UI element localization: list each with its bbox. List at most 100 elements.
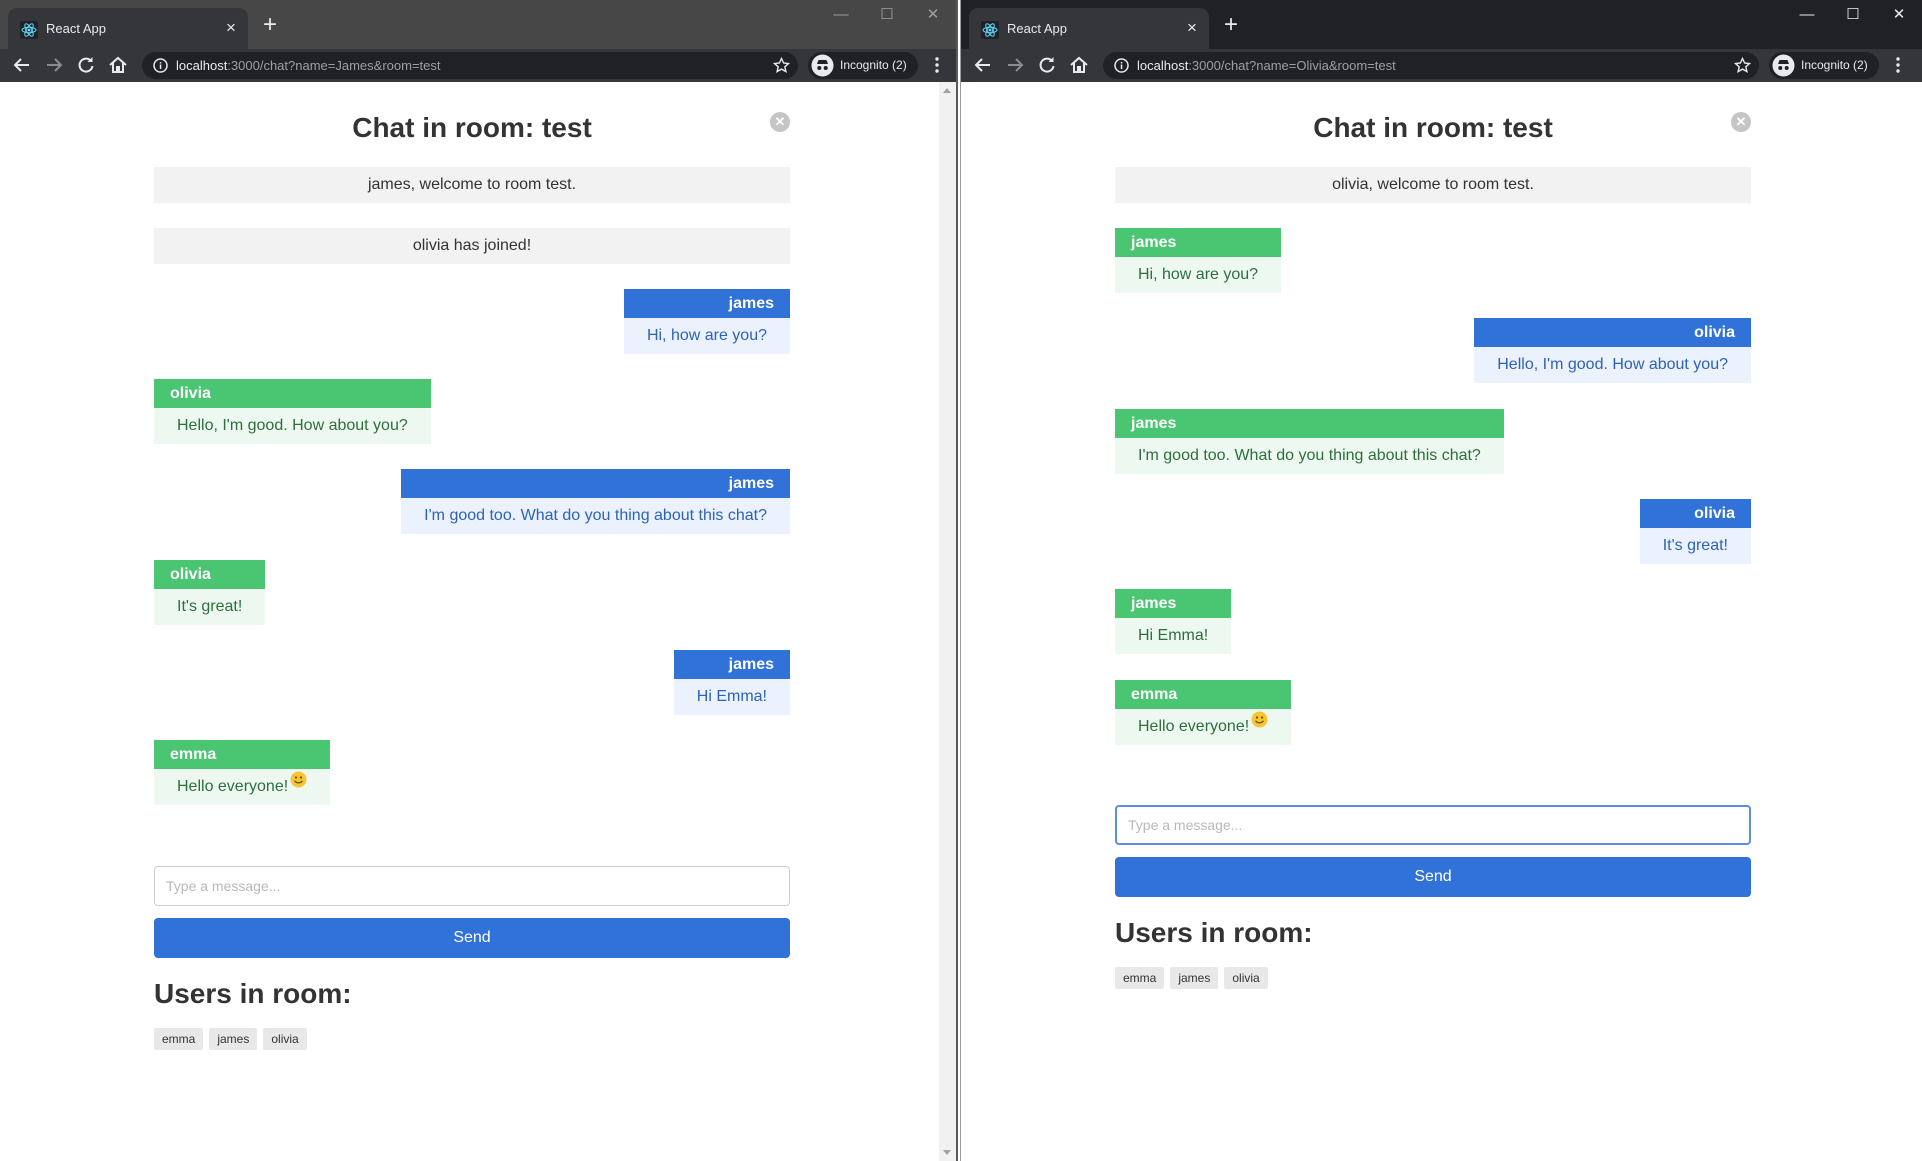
scroll-up-icon[interactable]: [943, 88, 951, 93]
smiley-icon: [1251, 711, 1268, 728]
message-sender: emma: [154, 740, 331, 769]
menu-kebab-icon[interactable]: [932, 55, 942, 75]
users-list: emma james olivia: [154, 1028, 307, 1050]
address-bar[interactable]: localhost:3000/chat?name=James&room=test: [142, 52, 798, 79]
incognito-label: Incognito (2): [840, 58, 907, 72]
message-bubble: olivia Hello, I'm good. How about you?: [154, 379, 431, 444]
close-chat-icon[interactable]: ✕: [770, 112, 790, 132]
maximize-icon[interactable]: ☐: [864, 2, 910, 28]
incognito-badge[interactable]: Incognito (2): [808, 52, 918, 79]
message-bubble: james Hi Emma!: [1115, 589, 1232, 654]
system-message: olivia has joined!: [154, 228, 790, 264]
message-sender: emma: [1115, 680, 1292, 709]
incognito-label: Incognito (2): [1801, 58, 1868, 72]
message-sender: james: [1115, 589, 1232, 618]
user-chip: james: [1170, 967, 1219, 989]
browser-tab[interactable]: React App ×: [8, 8, 248, 49]
users-list: emma james olivia: [1115, 967, 1268, 989]
message-input[interactable]: [154, 866, 790, 906]
system-message: james, welcome to room test.: [154, 167, 790, 203]
tab-strip: React App × + — ☐ ✕: [961, 0, 1922, 49]
menu-kebab-icon[interactable]: [1893, 55, 1903, 75]
message-text: I'm good too. What do you thing about th…: [1115, 438, 1504, 474]
vertical-scrollbar[interactable]: [939, 82, 956, 1161]
maximize-icon[interactable]: ☐: [1830, 2, 1876, 28]
message-bubble: emma Hello everyone!: [154, 740, 331, 805]
scroll-down-icon[interactable]: [943, 1150, 951, 1155]
message-input[interactable]: [1115, 805, 1751, 845]
close-window-icon[interactable]: ✕: [1876, 2, 1922, 28]
message-text: Hi Emma!: [1115, 618, 1232, 654]
message-sender: james: [623, 289, 790, 318]
bookmark-star-icon[interactable]: [1734, 57, 1751, 74]
message-bubble: james Hi, how are you?: [1115, 228, 1282, 293]
tab-close-icon[interactable]: ×: [222, 19, 240, 37]
reload-icon[interactable]: [1034, 53, 1060, 77]
tab-strip: React App × + — ☐ ✕: [0, 0, 956, 49]
user-chip: olivia: [1224, 967, 1268, 989]
minimize-icon[interactable]: —: [1784, 2, 1830, 28]
message-bubble: olivia It's great!: [1639, 499, 1751, 564]
message-bubble: james I'm good too. What do you thing ab…: [401, 469, 790, 534]
incognito-icon: [811, 54, 834, 77]
info-icon[interactable]: [1113, 57, 1130, 74]
info-icon[interactable]: [152, 57, 169, 74]
send-button[interactable]: Send: [1115, 857, 1751, 897]
system-message: olivia, welcome to room test.: [1115, 167, 1751, 203]
message-text-row: Hello everyone!: [1115, 709, 1292, 745]
browser-window-olivia: React App × + — ☐ ✕ localhost:3000/chat?…: [960, 0, 1922, 1161]
bookmark-star-icon[interactable]: [773, 57, 790, 74]
message-sender: james: [1115, 228, 1282, 257]
home-icon[interactable]: [105, 53, 131, 77]
message-text: I'm good too. What do you thing about th…: [401, 498, 790, 534]
chat-title: Chat in room: test: [352, 112, 592, 143]
message-text: Hi, how are you?: [1115, 257, 1282, 293]
browser-toolbar: localhost:3000/chat?name=James&room=test…: [0, 49, 956, 82]
message-text: Hello, I'm good. How about you?: [1474, 347, 1751, 383]
message-text: Hi Emma!: [673, 679, 790, 715]
tab-title: React App: [1007, 21, 1067, 36]
home-icon[interactable]: [1066, 53, 1092, 77]
new-tab-icon[interactable]: +: [1219, 13, 1243, 38]
user-chip: emma: [154, 1028, 204, 1050]
tab-close-icon[interactable]: ×: [1183, 19, 1201, 37]
message-sender: olivia: [1639, 499, 1751, 528]
reload-icon[interactable]: [73, 53, 99, 77]
message-bubble: emma Hello everyone!: [1115, 680, 1292, 745]
close-chat-icon[interactable]: ✕: [1731, 112, 1751, 132]
incognito-badge[interactable]: Incognito (2): [1769, 52, 1879, 79]
page-viewport: Chat in room: test ✕ james, welcome to r…: [0, 82, 956, 1161]
smiley-icon: [290, 771, 307, 788]
url-text: localhost:3000/chat?name=James&room=test: [176, 58, 441, 73]
page-viewport: Chat in room: test ✕ olivia, welcome to …: [961, 82, 1922, 1161]
message-text: Hello everyone!: [177, 778, 289, 795]
browser-tab[interactable]: React App ×: [969, 8, 1209, 49]
message-bubble: olivia It's great!: [154, 560, 266, 625]
message-sender: olivia: [1474, 318, 1751, 347]
react-favicon-icon: [981, 21, 999, 39]
back-arrow-icon[interactable]: [970, 53, 996, 77]
minimize-icon[interactable]: —: [818, 2, 864, 28]
address-bar[interactable]: localhost:3000/chat?name=Olivia&room=tes…: [1103, 52, 1759, 79]
forward-arrow-icon[interactable]: [41, 53, 67, 77]
new-tab-icon[interactable]: +: [258, 13, 282, 38]
message-bubble: james Hi, how are you?: [623, 289, 790, 354]
url-path: :3000/chat?name=James&room=test: [227, 58, 441, 73]
back-arrow-icon[interactable]: [9, 53, 35, 77]
message-text: Hello everyone!: [1138, 718, 1250, 735]
message-text: It's great!: [1639, 528, 1751, 564]
message-bubble: olivia Hello, I'm good. How about you?: [1474, 318, 1751, 383]
url-host: localhost: [1137, 58, 1189, 73]
message-sender: james: [1115, 409, 1504, 438]
send-button[interactable]: Send: [154, 918, 790, 958]
url-path: :3000/chat?name=Olivia&room=test: [1188, 58, 1396, 73]
users-title: Users in room:: [154, 978, 352, 1009]
forward-arrow-icon[interactable]: [1002, 53, 1028, 77]
message-text-row: Hello everyone!: [154, 769, 331, 805]
message-bubble: james Hi Emma!: [673, 650, 790, 715]
url-text: localhost:3000/chat?name=Olivia&room=tes…: [1137, 58, 1396, 73]
users-title: Users in room:: [1115, 917, 1313, 948]
message-text: Hello, I'm good. How about you?: [154, 408, 431, 444]
chat-title: Chat in room: test: [1313, 112, 1553, 143]
close-window-icon[interactable]: ✕: [910, 2, 956, 28]
